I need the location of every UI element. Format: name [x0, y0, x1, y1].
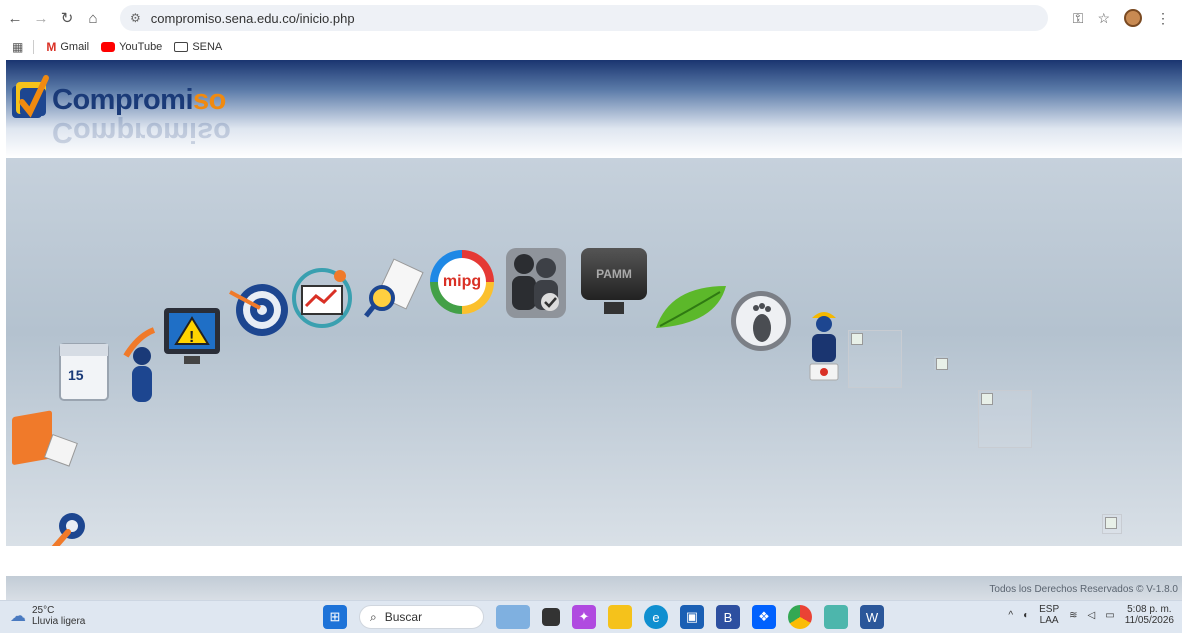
broken-image[interactable]: [1102, 514, 1122, 534]
search-icon: ⌕: [370, 609, 377, 624]
address-bar[interactable]: ⚙ compromiso.sena.edu.co/inicio.php: [120, 5, 1048, 31]
windows-taskbar: ☁ 25°C Lluvia ligera ⊞ ⌕ Buscar ✦ e ▣ B …: [0, 600, 1182, 633]
worker-safety-icon[interactable]: [804, 306, 844, 386]
site-footer: Todos los Derechos Reservados © V-1.8.0: [6, 576, 1182, 600]
language-top: ESP: [1039, 604, 1060, 615]
white-strip: [6, 546, 1182, 576]
clock[interactable]: 5:08 p. m. 11/05/2026: [1125, 604, 1174, 626]
warning-monitor-icon[interactable]: !: [160, 304, 226, 370]
site-info-icon[interactable]: ⚙: [130, 11, 141, 25]
apps-grid-icon[interactable]: ▦: [12, 40, 23, 54]
weather-desc: Lluvia ligera: [32, 616, 86, 627]
calendar-day-text: 15: [68, 367, 84, 383]
system-tray: ^ ◐ ESP LAA ≋ ◁ ▭ 5:08 p. m. 11/05/2026: [1008, 604, 1174, 626]
web-page: Compromiso Compromiso 15 ! mipg PAMM Tod…: [6, 60, 1182, 600]
broken-image[interactable]: [934, 356, 948, 370]
bookmark-gmail[interactable]: M Gmail: [46, 40, 89, 54]
pamm-label: PAMM: [581, 248, 647, 300]
calendar-icon[interactable]: 15: [54, 336, 118, 408]
logo-reflection: Compromiso: [52, 116, 231, 148]
pamm-monitor-icon[interactable]: PAMM: [581, 248, 647, 318]
profile-avatar[interactable]: [1124, 9, 1142, 27]
bookmark-label: SENA: [192, 41, 223, 53]
edge-icon[interactable]: e: [644, 605, 668, 629]
copyright-text: Todos los Derechos Reservados © V-1.8.0: [989, 584, 1178, 595]
task-view-icon[interactable]: [542, 608, 560, 626]
users-group-icon[interactable]: [504, 246, 572, 322]
gmail-icon: M: [46, 40, 57, 54]
site-logo-text[interactable]: Compromiso: [52, 84, 226, 117]
home-icon[interactable]: ⌂: [82, 7, 104, 29]
chart-presentation-icon[interactable]: [290, 266, 356, 332]
monitor-stand: [604, 302, 624, 314]
weather-widget[interactable]: ☁ 25°C Lluvia ligera: [10, 605, 85, 627]
forward-icon[interactable]: →: [30, 7, 52, 29]
store-icon[interactable]: ▣: [680, 605, 704, 629]
broken-image-icon: [1105, 517, 1117, 529]
broken-image[interactable]: [978, 390, 1032, 448]
logo-text-main: Compromi: [52, 84, 194, 116]
wifi-icon[interactable]: ≋: [1069, 610, 1077, 621]
bookmark-divider: [33, 40, 35, 54]
cloud-rain-icon: ☁: [10, 607, 26, 625]
folder-icon: [174, 42, 189, 52]
widgets-icon[interactable]: [496, 605, 530, 629]
search-placeholder: Buscar: [384, 610, 423, 624]
battery-icon[interactable]: ▭: [1105, 610, 1114, 621]
compromiso-logo-icon: [12, 75, 49, 118]
menu-area: 15 ! mipg PAMM: [6, 158, 1182, 551]
bookmark-sena[interactable]: SENA: [174, 41, 222, 53]
youtube-icon: [101, 42, 116, 52]
broken-image[interactable]: [848, 330, 902, 388]
mipg-button[interactable]: mipg: [430, 250, 494, 314]
language-indicator[interactable]: ESP LAA: [1039, 604, 1059, 626]
book-icon[interactable]: [8, 408, 80, 480]
clock-time: 5:08 p. m.: [1127, 604, 1172, 615]
app-b-icon[interactable]: B: [716, 605, 740, 629]
tray-app-icon[interactable]: ◐: [1023, 610, 1029, 621]
password-key-icon[interactable]: ⚿: [1073, 10, 1084, 27]
chrome-icon[interactable]: [788, 605, 812, 629]
logo-text-accent: so: [193, 84, 226, 116]
broken-image-icon: [936, 358, 948, 370]
taskbar-apps: ⊞ ⌕ Buscar ✦ e ▣ B ❖ W: [323, 605, 884, 629]
broken-image-icon: [981, 393, 993, 405]
bookmark-star-icon[interactable]: ☆: [1097, 10, 1110, 27]
leaf-icon[interactable]: [650, 282, 730, 334]
browser-right-tools: ⚿ ☆ ⋮: [1073, 5, 1182, 31]
broken-image-icon: [851, 333, 863, 345]
word-icon[interactable]: W: [860, 605, 884, 629]
mipg-label: mipg: [438, 258, 486, 306]
footprint-icon[interactable]: [728, 288, 794, 354]
reload-icon[interactable]: ↻: [56, 7, 78, 29]
snipping-icon[interactable]: [824, 605, 848, 629]
document-search-icon[interactable]: [360, 258, 424, 322]
bookmarks-bar: ▦ M Gmail YouTube SENA: [0, 36, 1182, 58]
target-icon[interactable]: [226, 278, 292, 340]
copilot-icon[interactable]: ✦: [572, 605, 596, 629]
volume-icon[interactable]: ◁: [1088, 610, 1096, 621]
clock-date: 11/05/2026: [1124, 615, 1174, 626]
bookmark-label: Gmail: [60, 41, 90, 53]
bookmark-youtube[interactable]: YouTube: [101, 41, 162, 53]
svg-text:!: !: [189, 329, 194, 346]
language-bottom: LAA: [1039, 615, 1059, 626]
menu-kebab-icon[interactable]: ⋮: [1156, 10, 1170, 27]
site-header: Compromiso Compromiso: [6, 60, 1182, 158]
chevron-up-icon[interactable]: ^: [1008, 610, 1013, 621]
bookmark-label: YouTube: [119, 41, 163, 53]
back-icon[interactable]: ←: [4, 7, 26, 29]
taskbar-search[interactable]: ⌕ Buscar: [359, 605, 484, 629]
dropbox-icon[interactable]: ❖: [752, 605, 776, 629]
weather-temp: 25°C: [32, 605, 55, 616]
windows-start-icon[interactable]: ⊞: [323, 605, 347, 629]
file-explorer-icon[interactable]: [608, 605, 632, 629]
url-text: compromiso.sena.edu.co/inicio.php: [150, 10, 355, 26]
